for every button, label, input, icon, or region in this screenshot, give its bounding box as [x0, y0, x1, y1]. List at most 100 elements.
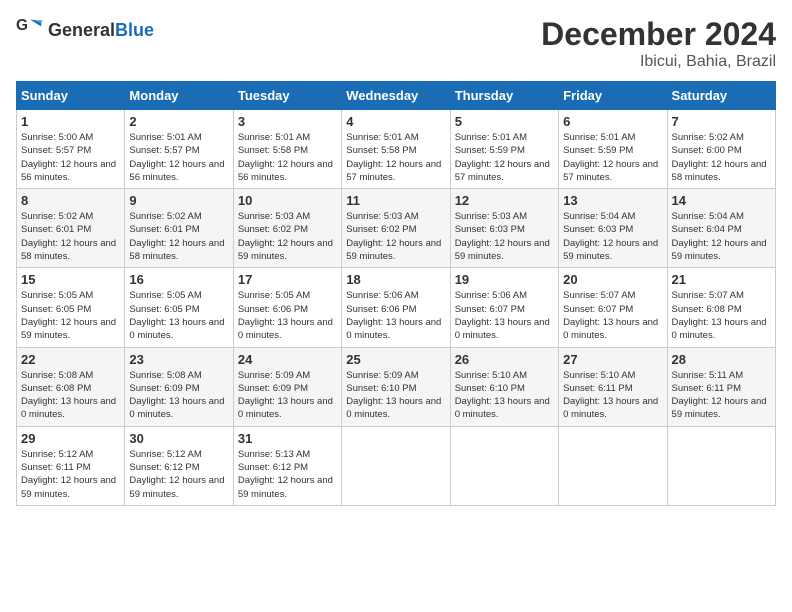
day-number: 18 — [346, 272, 445, 287]
day-info: Sunrise: 5:09 AM Sunset: 6:10 PM Dayligh… — [346, 369, 445, 422]
calendar-cell: 25 Sunrise: 5:09 AM Sunset: 6:10 PM Dayl… — [342, 347, 450, 426]
day-info: Sunrise: 5:04 AM Sunset: 6:03 PM Dayligh… — [563, 210, 662, 263]
calendar-cell: 23 Sunrise: 5:08 AM Sunset: 6:09 PM Dayl… — [125, 347, 233, 426]
day-info: Sunrise: 5:05 AM Sunset: 6:05 PM Dayligh… — [21, 289, 120, 342]
calendar-cell: 2 Sunrise: 5:01 AM Sunset: 5:57 PM Dayli… — [125, 110, 233, 189]
day-number: 16 — [129, 272, 228, 287]
calendar-cell: 22 Sunrise: 5:08 AM Sunset: 6:08 PM Dayl… — [17, 347, 125, 426]
calendar-cell: 31 Sunrise: 5:13 AM Sunset: 6:12 PM Dayl… — [233, 426, 341, 505]
page-header: G GeneralBlue December 2024 Ibicui, Bahi… — [16, 16, 776, 71]
calendar-cell: 26 Sunrise: 5:10 AM Sunset: 6:10 PM Dayl… — [450, 347, 558, 426]
calendar-cell: 16 Sunrise: 5:05 AM Sunset: 6:05 PM Dayl… — [125, 268, 233, 347]
day-number: 22 — [21, 352, 120, 367]
day-number: 27 — [563, 352, 662, 367]
calendar-day-header: Monday — [125, 82, 233, 110]
day-info: Sunrise: 5:03 AM Sunset: 6:03 PM Dayligh… — [455, 210, 554, 263]
day-info: Sunrise: 5:06 AM Sunset: 6:06 PM Dayligh… — [346, 289, 445, 342]
calendar-cell: 30 Sunrise: 5:12 AM Sunset: 6:12 PM Dayl… — [125, 426, 233, 505]
day-number: 8 — [21, 193, 120, 208]
calendar-day-header: Saturday — [667, 82, 775, 110]
logo-blue: Blue — [115, 20, 154, 40]
day-info: Sunrise: 5:01 AM Sunset: 5:59 PM Dayligh… — [563, 131, 662, 184]
calendar-day-header: Tuesday — [233, 82, 341, 110]
calendar-cell — [342, 426, 450, 505]
calendar-cell: 27 Sunrise: 5:10 AM Sunset: 6:11 PM Dayl… — [559, 347, 667, 426]
day-number: 19 — [455, 272, 554, 287]
day-info: Sunrise: 5:04 AM Sunset: 6:04 PM Dayligh… — [672, 210, 771, 263]
calendar-cell: 12 Sunrise: 5:03 AM Sunset: 6:03 PM Dayl… — [450, 189, 558, 268]
day-info: Sunrise: 5:12 AM Sunset: 6:11 PM Dayligh… — [21, 448, 120, 501]
day-number: 20 — [563, 272, 662, 287]
calendar-cell: 9 Sunrise: 5:02 AM Sunset: 6:01 PM Dayli… — [125, 189, 233, 268]
day-number: 5 — [455, 114, 554, 129]
calendar-cell: 3 Sunrise: 5:01 AM Sunset: 5:58 PM Dayli… — [233, 110, 341, 189]
day-info: Sunrise: 5:07 AM Sunset: 6:07 PM Dayligh… — [563, 289, 662, 342]
day-info: Sunrise: 5:10 AM Sunset: 6:11 PM Dayligh… — [563, 369, 662, 422]
day-info: Sunrise: 5:01 AM Sunset: 5:57 PM Dayligh… — [129, 131, 228, 184]
day-info: Sunrise: 5:05 AM Sunset: 6:05 PM Dayligh… — [129, 289, 228, 342]
calendar-week-row: 29 Sunrise: 5:12 AM Sunset: 6:11 PM Dayl… — [17, 426, 776, 505]
location: Ibicui, Bahia, Brazil — [541, 53, 776, 71]
logo-icon: G — [16, 16, 44, 44]
day-info: Sunrise: 5:01 AM Sunset: 5:58 PM Dayligh… — [346, 131, 445, 184]
calendar-week-row: 15 Sunrise: 5:05 AM Sunset: 6:05 PM Dayl… — [17, 268, 776, 347]
calendar-cell: 5 Sunrise: 5:01 AM Sunset: 5:59 PM Dayli… — [450, 110, 558, 189]
calendar-cell: 1 Sunrise: 5:00 AM Sunset: 5:57 PM Dayli… — [17, 110, 125, 189]
day-number: 11 — [346, 193, 445, 208]
day-number: 28 — [672, 352, 771, 367]
calendar-cell: 15 Sunrise: 5:05 AM Sunset: 6:05 PM Dayl… — [17, 268, 125, 347]
day-info: Sunrise: 5:06 AM Sunset: 6:07 PM Dayligh… — [455, 289, 554, 342]
calendar-week-row: 8 Sunrise: 5:02 AM Sunset: 6:01 PM Dayli… — [17, 189, 776, 268]
logo-text: GeneralBlue — [48, 20, 154, 41]
day-number: 17 — [238, 272, 337, 287]
day-number: 7 — [672, 114, 771, 129]
day-info: Sunrise: 5:12 AM Sunset: 6:12 PM Dayligh… — [129, 448, 228, 501]
day-number: 14 — [672, 193, 771, 208]
page-container: G GeneralBlue December 2024 Ibicui, Bahi… — [0, 0, 792, 516]
calendar-week-row: 1 Sunrise: 5:00 AM Sunset: 5:57 PM Dayli… — [17, 110, 776, 189]
calendar-cell: 13 Sunrise: 5:04 AM Sunset: 6:03 PM Dayl… — [559, 189, 667, 268]
calendar-table: SundayMondayTuesdayWednesdayThursdayFrid… — [16, 81, 776, 506]
calendar-cell: 4 Sunrise: 5:01 AM Sunset: 5:58 PM Dayli… — [342, 110, 450, 189]
day-info: Sunrise: 5:02 AM Sunset: 6:01 PM Dayligh… — [129, 210, 228, 263]
calendar-day-header: Sunday — [17, 82, 125, 110]
title-block: December 2024 Ibicui, Bahia, Brazil — [541, 16, 776, 71]
day-info: Sunrise: 5:03 AM Sunset: 6:02 PM Dayligh… — [238, 210, 337, 263]
calendar-day-header: Friday — [559, 82, 667, 110]
calendar-cell: 17 Sunrise: 5:05 AM Sunset: 6:06 PM Dayl… — [233, 268, 341, 347]
day-number: 21 — [672, 272, 771, 287]
month-title: December 2024 — [541, 16, 776, 53]
day-info: Sunrise: 5:03 AM Sunset: 6:02 PM Dayligh… — [346, 210, 445, 263]
day-number: 31 — [238, 431, 337, 446]
calendar-cell — [667, 426, 775, 505]
day-info: Sunrise: 5:09 AM Sunset: 6:09 PM Dayligh… — [238, 369, 337, 422]
calendar-cell: 18 Sunrise: 5:06 AM Sunset: 6:06 PM Dayl… — [342, 268, 450, 347]
logo-general: General — [48, 20, 115, 40]
calendar-cell: 8 Sunrise: 5:02 AM Sunset: 6:01 PM Dayli… — [17, 189, 125, 268]
day-info: Sunrise: 5:05 AM Sunset: 6:06 PM Dayligh… — [238, 289, 337, 342]
calendar-cell: 6 Sunrise: 5:01 AM Sunset: 5:59 PM Dayli… — [559, 110, 667, 189]
calendar-cell: 21 Sunrise: 5:07 AM Sunset: 6:08 PM Dayl… — [667, 268, 775, 347]
calendar-week-row: 22 Sunrise: 5:08 AM Sunset: 6:08 PM Dayl… — [17, 347, 776, 426]
day-number: 3 — [238, 114, 337, 129]
svg-text:G: G — [16, 17, 28, 34]
calendar-cell: 29 Sunrise: 5:12 AM Sunset: 6:11 PM Dayl… — [17, 426, 125, 505]
calendar-cell: 19 Sunrise: 5:06 AM Sunset: 6:07 PM Dayl… — [450, 268, 558, 347]
day-number: 12 — [455, 193, 554, 208]
day-number: 26 — [455, 352, 554, 367]
day-info: Sunrise: 5:08 AM Sunset: 6:08 PM Dayligh… — [21, 369, 120, 422]
day-number: 15 — [21, 272, 120, 287]
day-info: Sunrise: 5:08 AM Sunset: 6:09 PM Dayligh… — [129, 369, 228, 422]
day-number: 30 — [129, 431, 228, 446]
calendar-cell: 20 Sunrise: 5:07 AM Sunset: 6:07 PM Dayl… — [559, 268, 667, 347]
day-info: Sunrise: 5:11 AM Sunset: 6:11 PM Dayligh… — [672, 369, 771, 422]
calendar-header-row: SundayMondayTuesdayWednesdayThursdayFrid… — [17, 82, 776, 110]
day-number: 13 — [563, 193, 662, 208]
logo: G GeneralBlue — [16, 16, 154, 44]
day-info: Sunrise: 5:01 AM Sunset: 5:58 PM Dayligh… — [238, 131, 337, 184]
day-number: 9 — [129, 193, 228, 208]
day-info: Sunrise: 5:07 AM Sunset: 6:08 PM Dayligh… — [672, 289, 771, 342]
day-number: 29 — [21, 431, 120, 446]
day-info: Sunrise: 5:13 AM Sunset: 6:12 PM Dayligh… — [238, 448, 337, 501]
day-info: Sunrise: 5:00 AM Sunset: 5:57 PM Dayligh… — [21, 131, 120, 184]
